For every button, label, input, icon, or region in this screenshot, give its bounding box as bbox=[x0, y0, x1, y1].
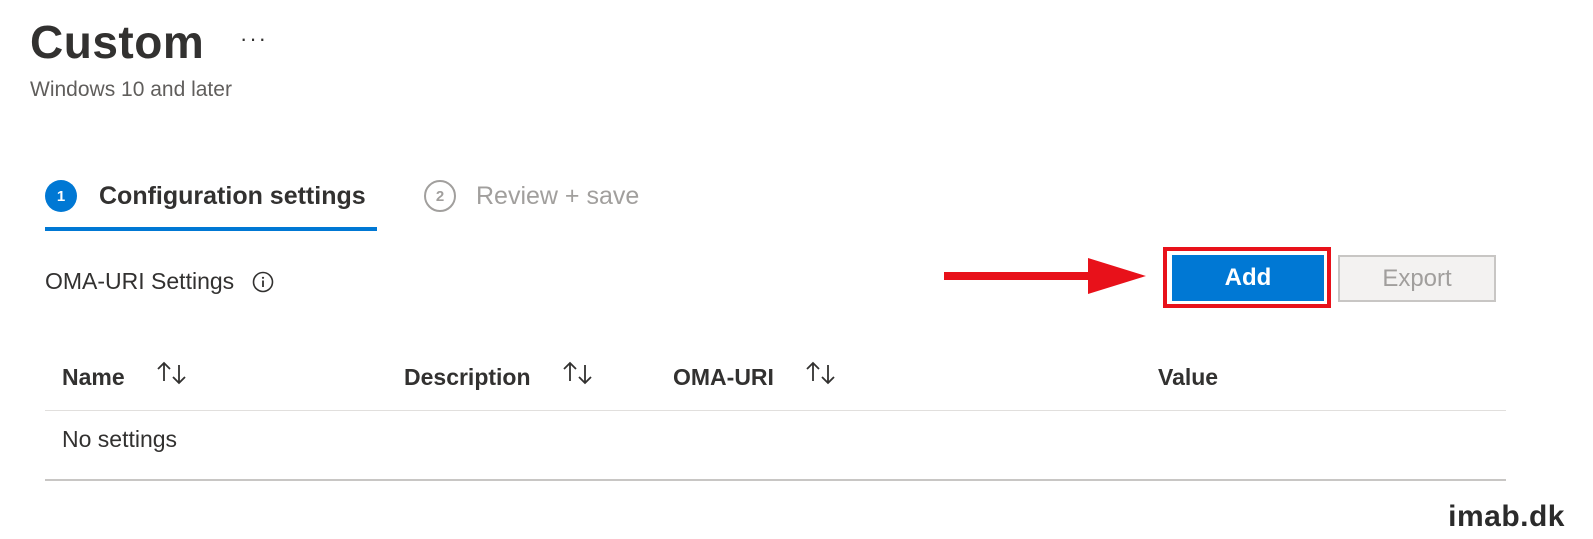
column-header-name[interactable]: Name bbox=[62, 360, 189, 394]
sort-icon[interactable] bbox=[561, 359, 595, 387]
export-button: Export bbox=[1338, 255, 1496, 302]
step-1-label: Configuration settings bbox=[99, 182, 366, 210]
more-options-button[interactable]: ··· bbox=[240, 24, 268, 54]
step-review-save[interactable]: 2 Review + save bbox=[424, 178, 639, 214]
add-button[interactable]: Add bbox=[1172, 255, 1324, 301]
active-step-underline bbox=[45, 227, 377, 231]
sort-icon[interactable] bbox=[155, 359, 189, 387]
column-header-oma-uri[interactable]: OMA-URI bbox=[673, 360, 838, 394]
table-header-divider bbox=[45, 410, 1506, 411]
column-header-label: Name bbox=[62, 364, 125, 390]
page-subtitle: Windows 10 and later bbox=[30, 78, 232, 101]
step-1-number: 1 bbox=[45, 180, 77, 212]
step-2-label: Review + save bbox=[476, 182, 640, 210]
table-empty-message: No settings bbox=[62, 426, 178, 452]
column-header-label: Value bbox=[1158, 364, 1219, 390]
sort-icon[interactable] bbox=[804, 359, 838, 387]
column-header-label: OMA-URI bbox=[673, 364, 774, 390]
annotation-arrow-icon bbox=[944, 258, 1146, 294]
watermark: imab.dk bbox=[1448, 500, 1565, 533]
column-header-value: Value bbox=[1158, 360, 1218, 394]
oma-uri-settings-heading: OMA-URI Settings bbox=[45, 266, 274, 296]
section-label: OMA-URI Settings bbox=[45, 268, 235, 294]
step-configuration-settings[interactable]: 1 Configuration settings bbox=[45, 178, 366, 214]
page: Custom ··· Windows 10 and later 1 Config… bbox=[0, 0, 1593, 539]
column-header-label: Description bbox=[404, 364, 531, 390]
step-2-number: 2 bbox=[424, 180, 456, 212]
info-icon[interactable] bbox=[252, 270, 274, 293]
table-bottom-border bbox=[45, 479, 1506, 481]
page-title: Custom bbox=[30, 16, 205, 68]
column-header-description[interactable]: Description bbox=[404, 360, 595, 394]
